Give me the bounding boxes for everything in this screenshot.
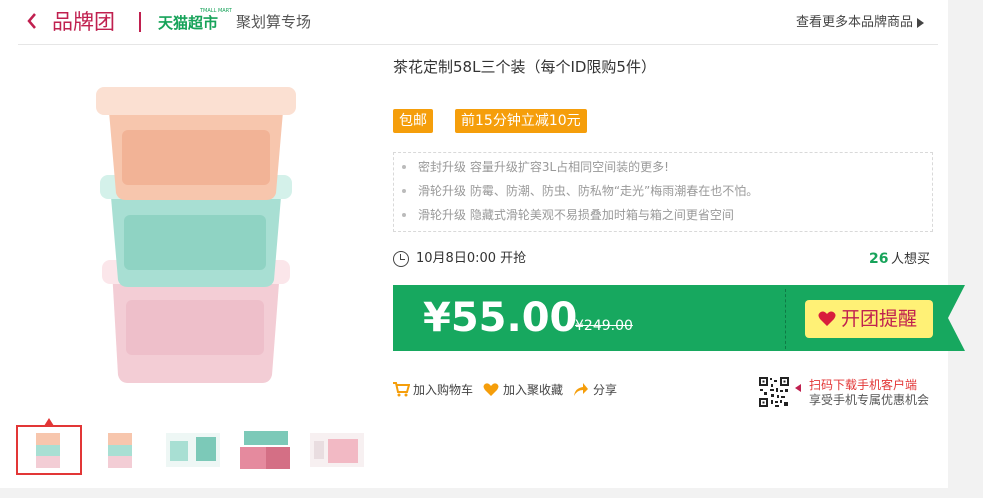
group-reminder-button[interactable]: 开团提醒 [805,300,933,338]
original-price: ¥249.00 [575,318,633,334]
heart-icon [483,383,499,396]
thumbnail-5[interactable] [306,427,368,473]
feature-list: 密封升级 容量升级扩容3L占相同空间装的更多! 滑轮升级 防霉、防潮、防虫、防私… [393,152,933,232]
back-chevron-icon[interactable] [26,11,46,33]
add-to-favorites-label: 加入聚收藏 [503,383,564,397]
product-panel: 品牌团 天猫超市 TMALL MART 聚划算专场 查看更多本品牌商品 茶花定制… [0,0,965,488]
juhuasuan-label[interactable]: 聚划算专场 [236,12,311,32]
more-brand-products-label: 查看更多本品牌商品 [795,15,913,30]
thumbnail-3[interactable] [162,427,224,473]
page-title: 品牌团 [52,10,115,34]
thumbnail-1[interactable] [16,418,82,475]
cart-icon [393,382,410,397]
header-bar: 品牌团 天猫超市 TMALL MART 聚划算专场 查看更多本品牌商品 [18,0,938,45]
group-reminder-label: 开团提醒 [841,308,918,330]
start-time: 10月8日0:00 开抢 [416,251,527,266]
add-to-cart-label: 加入购物车 [413,383,474,397]
feature-item: 滑轮升级 防霉、防潮、防虫、防私物“走光”梅雨潮春在也不怕。 [401,184,759,198]
active-thumb-pointer [44,418,54,426]
product-title: 茶花定制58L三个装（每个ID限购5件） [393,58,656,76]
heart-icon [818,311,836,326]
price-divider [785,289,786,349]
add-to-favorites-button[interactable]: 加入聚收藏 [483,381,573,399]
more-brand-products-link[interactable]: 查看更多本品牌商品 [796,14,924,32]
clock-icon [393,251,409,267]
add-to-cart-button[interactable]: 加入购物车 [393,381,483,399]
tag-free-shipping: 包邮 [393,109,433,133]
qr-download-text: 扫码下载手机客户端 [809,378,918,392]
tmall-mart-logo[interactable]: 天猫超市 [158,13,218,33]
want-label: 人想买 [891,252,931,267]
qr-pointer [795,384,801,392]
share-icon [574,383,588,396]
qr-promo-text: 享受手机专属优惠机会 [809,393,930,407]
group-price: ¥55.00 [423,295,578,341]
main-product-image [96,87,296,383]
thumbnail-4[interactable] [234,427,296,473]
share-button[interactable]: 分享 [573,381,623,399]
share-label: 分享 [593,383,618,397]
title-divider [139,12,141,32]
qr-code-icon [758,376,790,408]
want-count: 26 [869,251,889,267]
feature-item: 滑轮升级 隐藏式滑轮美观不易损叠加时箱与箱之间更省空间 [402,208,734,222]
thumbnail-2[interactable] [90,427,152,473]
tag-discount: 前15分钟立减10元 [455,109,587,133]
tmall-mart-logo-en: TMALL MART [200,8,232,14]
feature-item: 密封升级 容量升级扩容3L占相同空间装的更多! [402,160,669,174]
caret-right-icon [917,17,924,28]
